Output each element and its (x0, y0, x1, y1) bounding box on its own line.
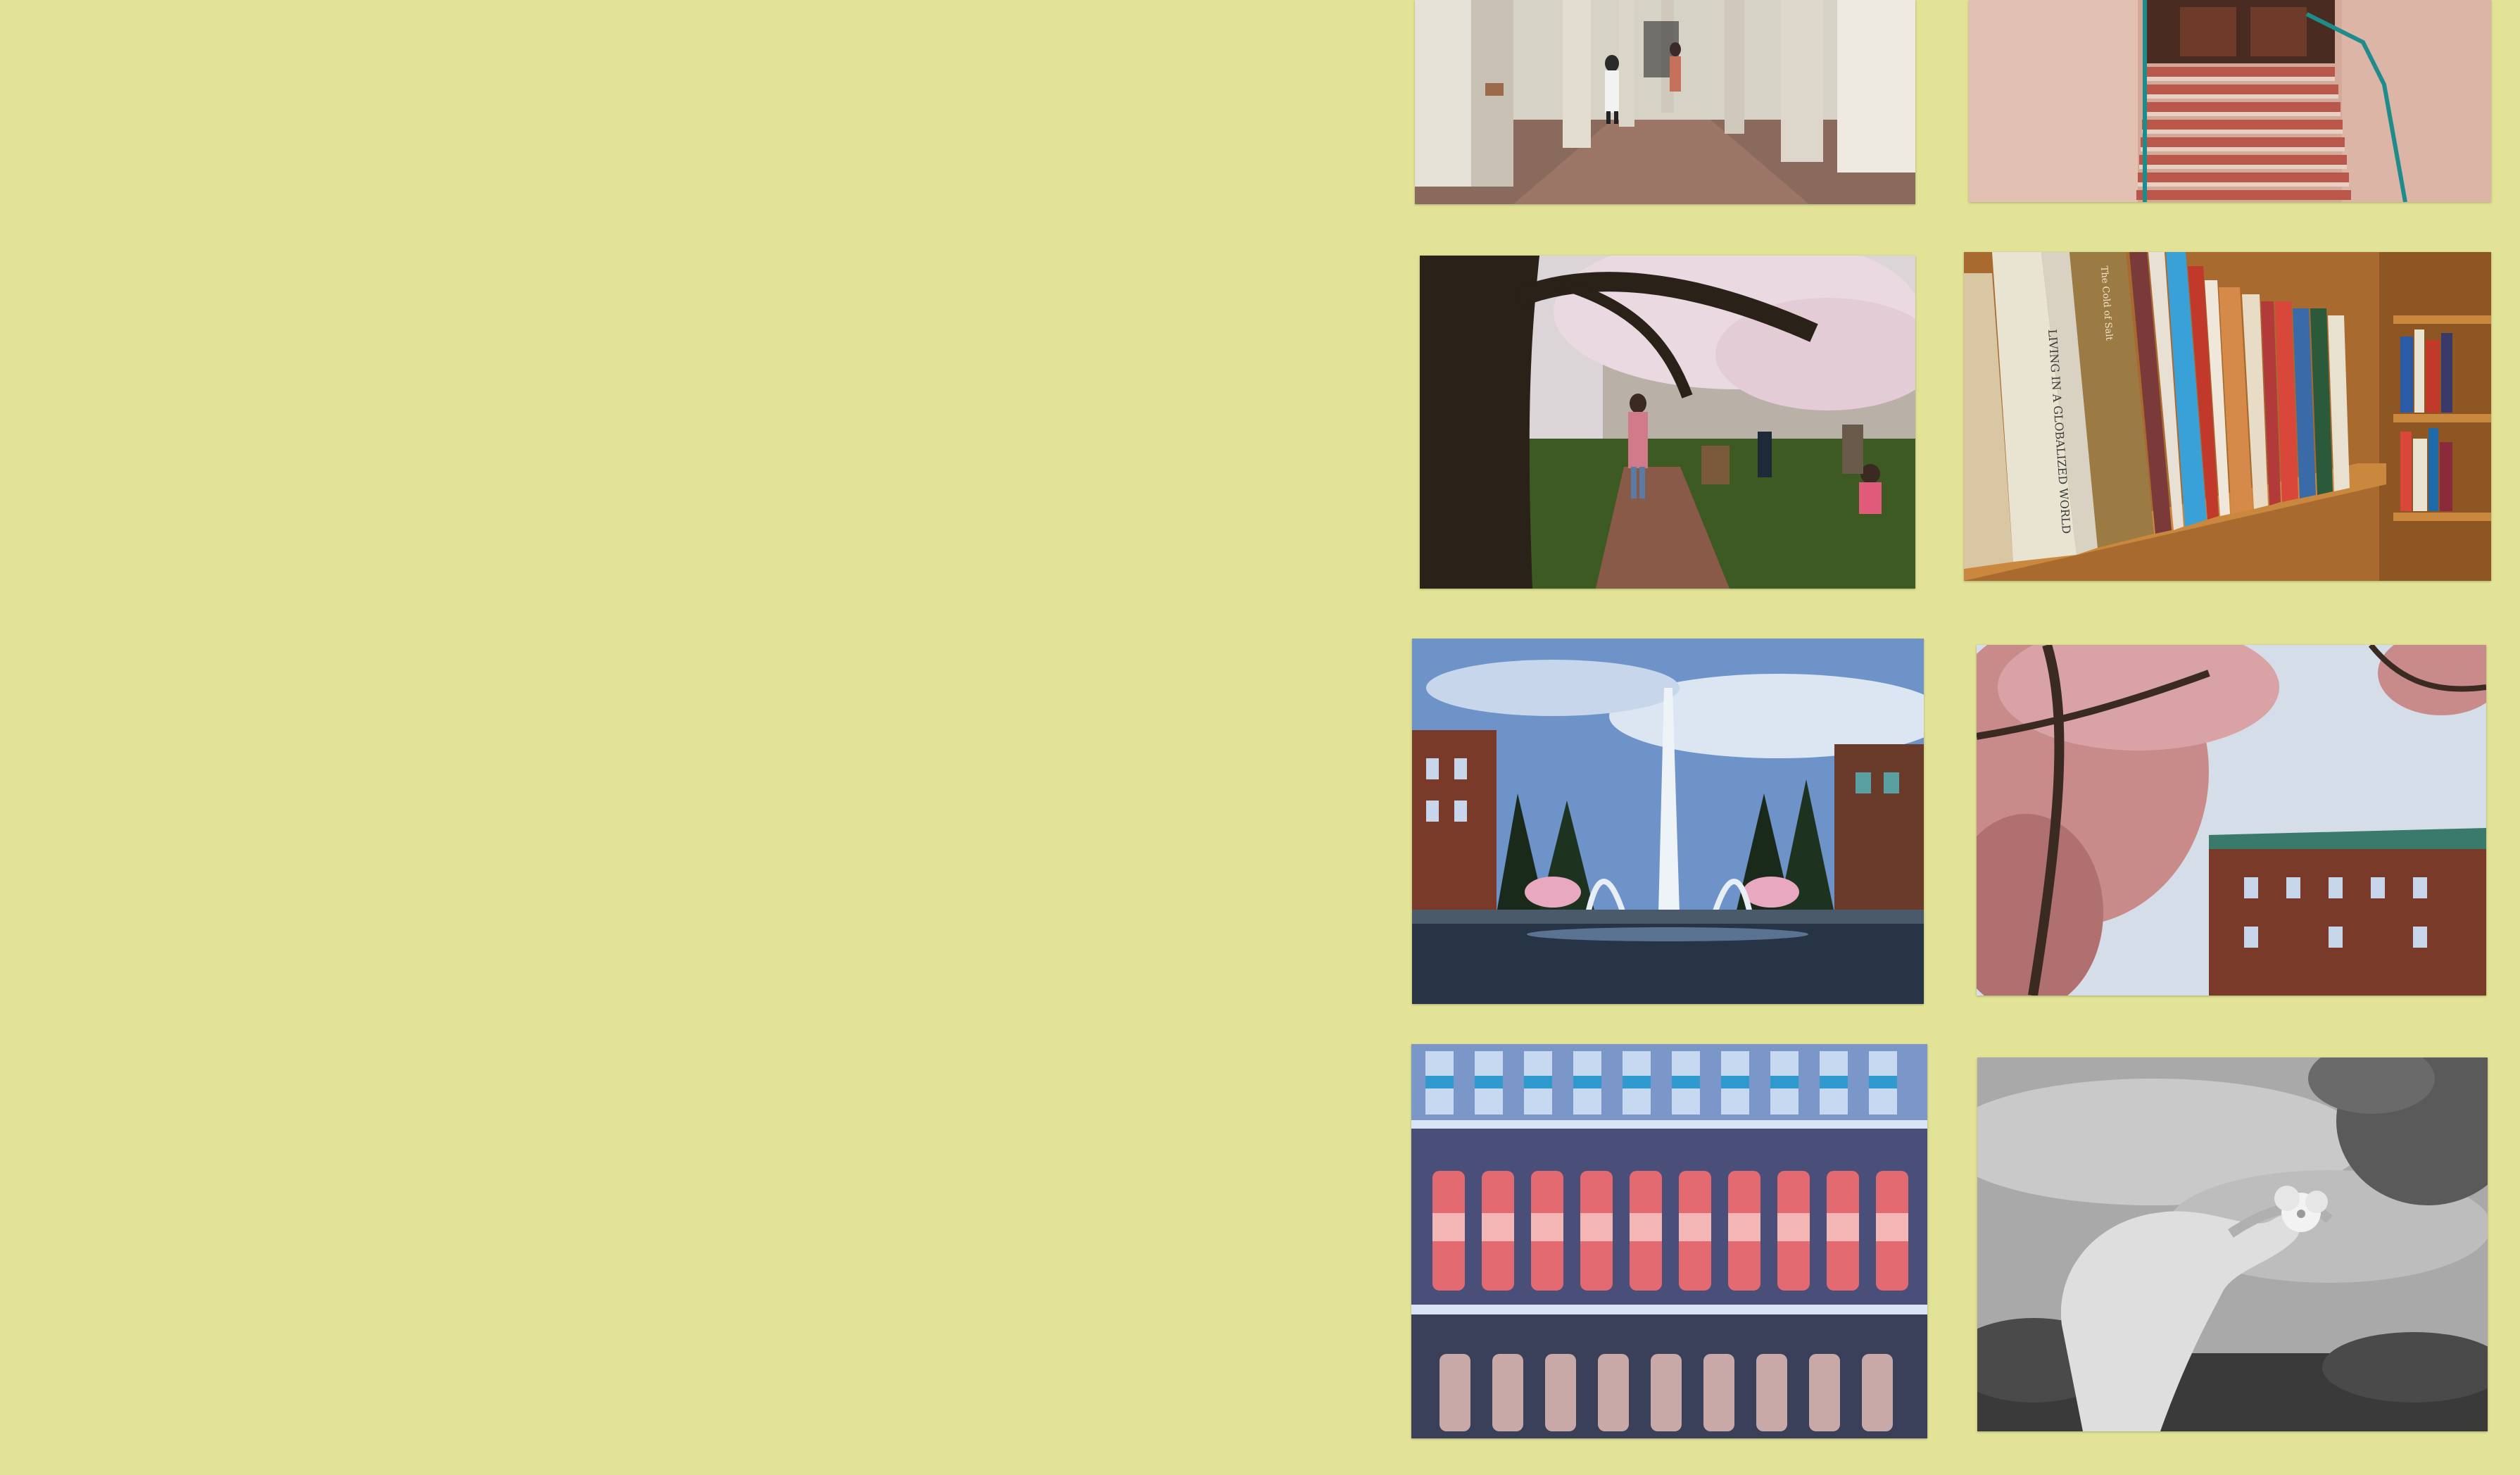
bookshelf-photo[interactable]: LIVING IN A GLOBALIZED WORLD The Cold of… (1964, 252, 2491, 581)
hand-flower-image (1977, 1057, 2488, 1431)
cherry-tree-quad-image (1420, 256, 1915, 589)
photo-gallery: LIVING IN A GLOBALIZED WORLD The Cold of… (0, 0, 2520, 1475)
covered-walkway-image (1415, 0, 1915, 204)
bookshelf-image: LIVING IN A GLOBALIZED WORLD The Cold of… (1964, 252, 2491, 581)
vending-machine-image (1411, 1044, 1927, 1438)
brick-stairway-photo[interactable] (1969, 0, 2491, 202)
cherry-tree-quad-photo[interactable] (1420, 256, 1915, 589)
vending-machine-photo[interactable] (1411, 1044, 1927, 1438)
hand-flower-photo[interactable] (1977, 1057, 2488, 1431)
brick-stairway-image (1969, 0, 2491, 202)
blossom-building-image (1977, 645, 2486, 996)
blossom-building-photo[interactable] (1977, 645, 2486, 996)
covered-walkway-photo[interactable] (1415, 0, 1915, 204)
fountain-image (1412, 639, 1924, 1004)
fountain-photo[interactable] (1412, 639, 1924, 1004)
